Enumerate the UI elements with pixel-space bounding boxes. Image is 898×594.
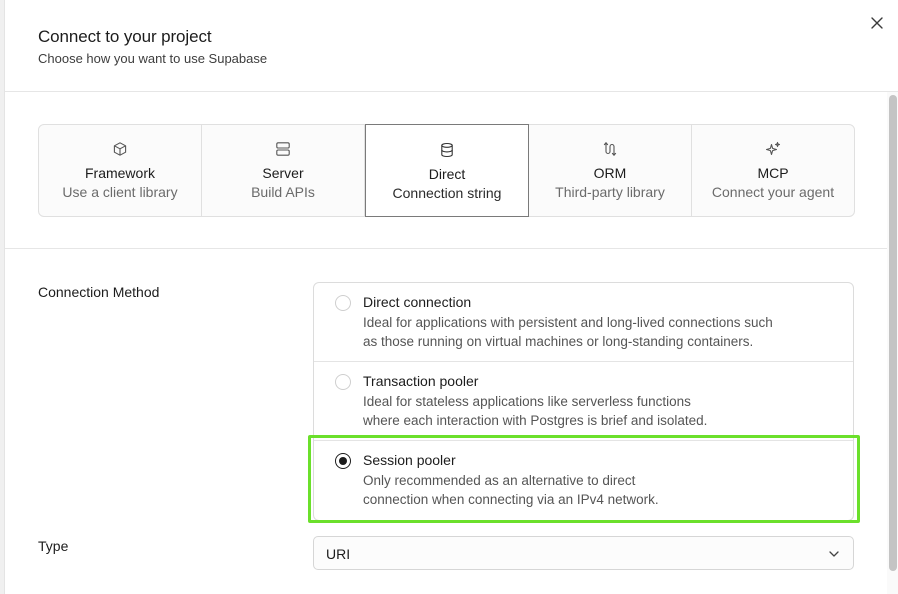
radio-session-pooler[interactable] [335,453,351,469]
tab-label: Server [262,165,304,181]
option-desc-line: Ideal for applications with persistent a… [363,315,773,330]
tab-desc: Connection string [392,185,502,201]
database-icon [438,141,456,159]
tab-orm[interactable]: ORM Third-party library [529,125,692,216]
tab-desc: Build APIs [251,184,315,200]
tab-desc: Connect your agent [711,184,835,200]
tab-framework[interactable]: Framework Use a client library [39,125,202,216]
tab-direct[interactable]: Direct Connection string [365,124,529,217]
option-transaction-pooler[interactable]: Transaction pooler Ideal for stateless a… [314,362,853,441]
type-select-value: URI [326,546,351,562]
scrollbar-thumb[interactable] [889,95,897,571]
tab-desc: Use a client library [62,184,178,200]
section-divider [5,248,887,249]
type-label: Type [38,538,69,554]
connection-method-label: Connection Method [38,284,160,300]
option-desc-line: connection when connecting via an IPv4 n… [363,492,659,507]
close-button[interactable] [867,13,887,33]
option-title: Session pooler [363,452,456,468]
option-title: Direct connection [363,294,472,310]
tab-label: Direct [428,166,466,182]
option-desc-line: Only recommended as an alternative to di… [363,473,636,488]
radio-transaction-pooler[interactable] [335,374,351,390]
tab-label: Framework [84,165,155,181]
chevron-down-icon [829,551,839,557]
box-icon [111,140,129,158]
tab-mcp[interactable]: MCP Connect your agent [692,125,854,216]
option-desc-line: Ideal for stateless applications like se… [363,394,691,409]
option-description: Only recommended as an alternative to di… [363,471,813,509]
tab-label: ORM [593,165,627,181]
connect-dialog: Connect to your project Choose how you w… [4,0,898,594]
dialog-subtitle: Choose how you want to use Supabase [38,51,268,66]
option-title: Transaction pooler [363,373,479,389]
tab-server[interactable]: Server Build APIs [202,125,365,216]
option-desc-line: as those running on virtual machines or … [363,334,754,349]
option-description: Ideal for stateless applications like se… [363,392,813,430]
sparkles-icon [764,140,782,158]
dialog-header: Connect to your project Choose how you w… [5,0,898,92]
server-icon [274,140,292,158]
connection-method-radio-group: Direct connection Ideal for applications… [313,282,854,521]
dialog-title: Connect to your project [38,27,212,46]
orm-icon [601,140,619,158]
tab-label: MCP [757,165,789,181]
x-icon [871,17,883,29]
option-session-pooler[interactable]: Session pooler Only recommended as an al… [314,441,853,521]
connection-type-tabs: Framework Use a client library Server Bu… [38,124,855,217]
type-select[interactable]: URI [313,536,854,570]
option-description: Ideal for applications with persistent a… [363,313,813,351]
tab-desc: Third-party library [555,184,665,200]
option-desc-line: where each interaction with Postgres is … [363,413,708,428]
option-direct-connection[interactable]: Direct connection Ideal for applications… [314,283,853,362]
radio-direct-connection[interactable] [335,295,351,311]
